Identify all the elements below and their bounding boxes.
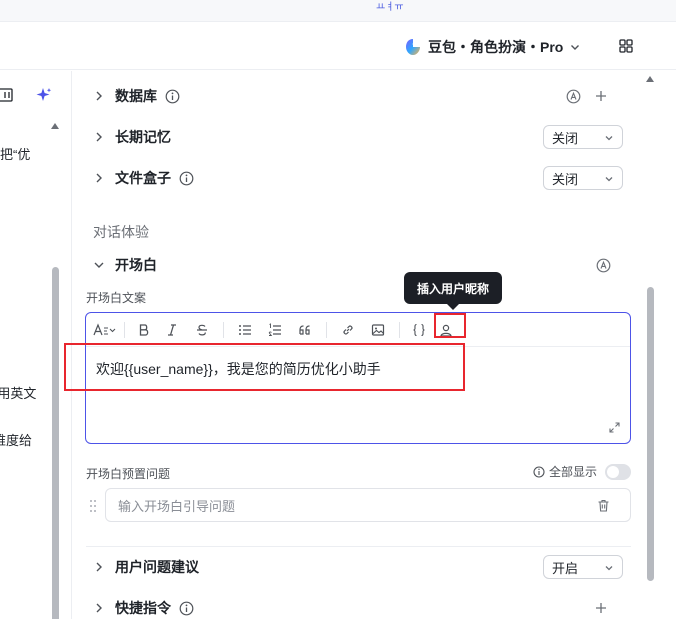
insert-nickname-tooltip: 插入用户昵称 xyxy=(404,272,502,310)
prompt-text-fragment: “用英文 xyxy=(0,386,37,401)
italic-icon[interactable] xyxy=(157,319,187,341)
highlight-box-opening-text xyxy=(64,343,465,391)
chevron-down-icon xyxy=(605,177,613,182)
chevron-right-icon xyxy=(96,562,102,572)
auto-mode-icon[interactable] xyxy=(596,258,611,273)
editor-toolbar xyxy=(86,313,630,347)
bullet-list-icon[interactable] xyxy=(230,319,260,341)
database-row[interactable]: 数据库 xyxy=(93,81,623,111)
dialog-experience-heading: 对话体验 xyxy=(93,224,149,240)
app-header: 豆包・角色扮演・Pro xyxy=(0,22,676,70)
info-icon[interactable] xyxy=(533,465,545,478)
top-strip: ㅛㅕㅠ xyxy=(0,0,676,22)
chevron-right-icon xyxy=(96,132,102,142)
text-style-icon[interactable] xyxy=(92,319,118,341)
right-scrollbar xyxy=(641,71,676,619)
section-divider xyxy=(86,546,631,547)
file-box-label: 文件盒子 xyxy=(115,170,171,186)
left-scrollbar-thumb[interactable] xyxy=(52,267,59,619)
chevron-down-icon xyxy=(94,262,104,268)
grid-icon[interactable] xyxy=(619,39,633,53)
toolbar-separator xyxy=(223,321,224,338)
left-scroll-up-arrow[interactable] xyxy=(51,123,59,129)
highlight-box-user-button xyxy=(434,313,466,338)
sparkle-icon[interactable] xyxy=(36,87,52,103)
preset-question-input[interactable]: 输入开场白引导问题 xyxy=(105,488,631,522)
database-label: 数据库 xyxy=(115,88,157,104)
show-all-label: 全部显示 xyxy=(548,465,597,479)
panel-icon[interactable] xyxy=(0,87,16,103)
shortcuts-label: 快捷指令 xyxy=(115,600,171,616)
scroll-up-arrow[interactable] xyxy=(646,76,654,82)
show-all-toggle[interactable] xyxy=(605,463,631,480)
quote-icon[interactable] xyxy=(290,319,320,341)
prompt-text-fragment: 把“优 xyxy=(0,147,31,162)
opening-text-label: 开场白文案 xyxy=(86,291,147,305)
long-memory-select-value: 关闭 xyxy=(552,130,579,146)
link-icon[interactable] xyxy=(333,319,363,341)
chevron-right-icon xyxy=(96,173,102,183)
trash-icon[interactable] xyxy=(597,499,610,512)
toolbar-separator xyxy=(326,321,327,338)
plus-icon[interactable] xyxy=(595,90,607,102)
toolbar-separator xyxy=(124,321,125,338)
right-scrollbar-thumb[interactable] xyxy=(647,287,654,581)
opening-row[interactable]: 开场白 xyxy=(93,250,623,280)
plus-icon[interactable] xyxy=(595,602,607,614)
chevron-right-icon xyxy=(96,91,102,101)
bold-icon[interactable] xyxy=(131,319,157,341)
chevron-down-icon xyxy=(605,136,613,141)
drag-handle-icon[interactable] xyxy=(89,499,97,513)
auto-mode-icon[interactable] xyxy=(566,89,581,104)
chevron-down-icon xyxy=(605,566,613,571)
strikethrough-icon[interactable] xyxy=(187,319,217,341)
prompt-text-fragment: 维度给 xyxy=(0,433,33,448)
preset-question-placeholder: 输入开场白引导问题 xyxy=(118,498,236,514)
image-icon[interactable] xyxy=(363,319,393,341)
shortcuts-row[interactable]: 快捷指令 xyxy=(93,593,623,619)
user-suggestions-select[interactable]: 开启 xyxy=(543,555,623,579)
show-all-control: 全部显示 xyxy=(533,463,631,480)
user-suggestions-select-value: 开启 xyxy=(552,560,579,576)
doubao-logo-icon xyxy=(406,39,420,55)
top-strip-mark: ㅛㅕㅠ xyxy=(376,2,404,13)
info-icon[interactable] xyxy=(165,89,180,104)
file-box-select[interactable]: 关闭 xyxy=(543,166,623,190)
variable-braces-icon[interactable] xyxy=(406,319,432,341)
user-suggestions-row[interactable]: 用户问题建议 开启 xyxy=(93,552,623,582)
long-memory-label: 长期记忆 xyxy=(115,129,171,145)
chevron-down-icon xyxy=(571,45,580,50)
file-box-row[interactable]: 文件盒子 关闭 xyxy=(93,163,623,193)
opening-label: 开场白 xyxy=(115,257,157,273)
left-prompt-panel: 把“优 “用英文 维度给 xyxy=(0,71,72,619)
preset-questions-label: 开场白预置问题 xyxy=(86,467,171,481)
expand-icon[interactable] xyxy=(609,422,620,433)
long-memory-row[interactable]: 长期记忆 关闭 xyxy=(93,122,623,152)
model-selector[interactable]: 豆包・角色扮演・Pro xyxy=(404,36,581,58)
model-label: 豆包・角色扮演・Pro xyxy=(428,39,564,55)
toolbar-separator xyxy=(399,321,400,338)
numbered-list-icon[interactable] xyxy=(260,319,290,341)
long-memory-select[interactable]: 关闭 xyxy=(543,125,623,149)
file-box-select-value: 关闭 xyxy=(552,171,579,187)
info-icon[interactable] xyxy=(179,171,194,186)
chevron-right-icon xyxy=(96,603,102,613)
info-icon[interactable] xyxy=(179,601,194,616)
user-suggestions-label: 用户问题建议 xyxy=(115,559,199,575)
